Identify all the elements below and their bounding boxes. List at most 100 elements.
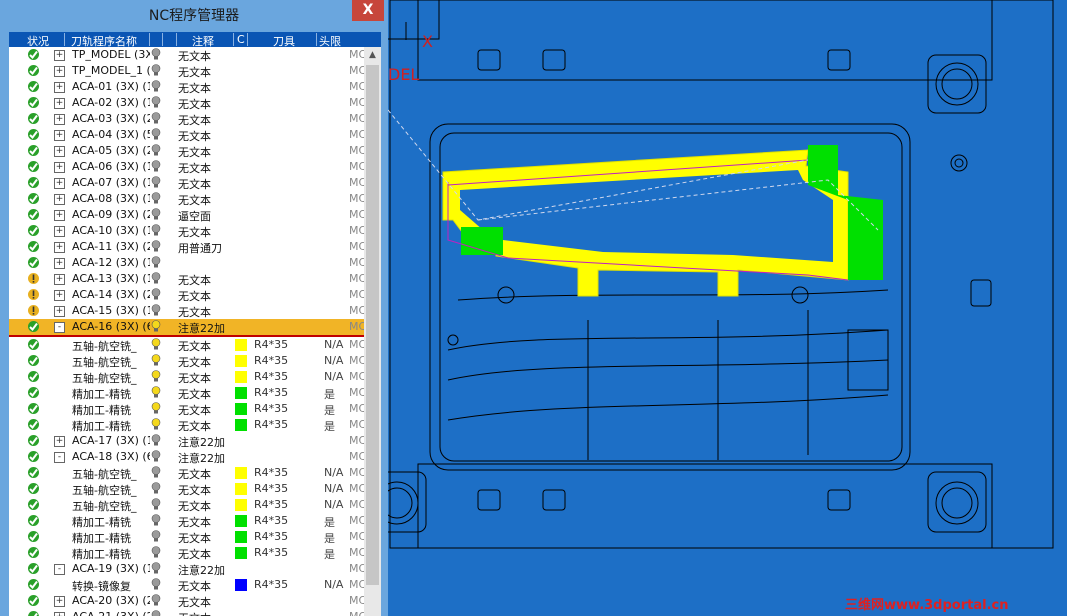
operation-row[interactable]: 精加工-精铣 无文本 R4*35 是 MC: [9, 417, 366, 433]
expand-plus-icon[interactable]: +: [54, 226, 65, 237]
program-group-row[interactable]: +ACA-21 (3X) (2无文本MC: [9, 609, 366, 616]
program-group-row[interactable]: + ACA-01 (3X) (1 无文本 MC: [9, 79, 366, 95]
expand-plus-icon[interactable]: +: [54, 274, 65, 285]
expand-plus-icon[interactable]: +: [54, 114, 65, 125]
operation-row[interactable]: 转换-镜像复 无文本 R4*35 N/A MC: [9, 577, 366, 593]
program-group-row[interactable]: + ACA-11 (3X) (2 用普通刀 MC: [9, 239, 366, 255]
expand-plus-icon[interactable]: +: [54, 242, 65, 253]
expand-plus-icon[interactable]: +: [54, 258, 65, 269]
close-button[interactable]: X: [352, 0, 384, 21]
checkmark-status-icon: [27, 256, 40, 269]
operation-row[interactable]: 五轴-航空铣_ 无文本 R4*35 N/A MC: [9, 481, 366, 497]
program-group-row[interactable]: + ACA-15 (3X) (1 无文本 MC: [9, 303, 366, 319]
note-text: 无文本: [178, 356, 211, 369]
program-group-row[interactable]: + ACA-03 (3X) (2 无文本 MC: [9, 111, 366, 127]
operation-row[interactable]: 精加工-精铣 无文本 R4*35 是 MC: [9, 513, 366, 529]
collapse-minus-icon[interactable]: -: [54, 452, 65, 463]
operation-row[interactable]: 五轴-航空铣_ 无文本 R4*35 N/A MC: [9, 353, 366, 369]
expand-plus-icon[interactable]: +: [54, 146, 65, 157]
operation-row[interactable]: 五轴-航空铣_ 无文本 R4*35 N/A MC: [9, 465, 366, 481]
color-swatch: [235, 339, 247, 351]
expand-plus-icon[interactable]: +: [54, 194, 65, 205]
scroll-up-arrow-icon[interactable]: ▲: [364, 47, 381, 63]
program-group-row[interactable]: + TP_MODEL_1 (无文本 MC: [9, 63, 366, 79]
program-name: ACA-11 (3X) (2: [72, 240, 150, 253]
expand-plus-icon[interactable]: +: [54, 82, 65, 93]
program-group-row[interactable]: + ACA-05 (3X) (2 无文本 MC: [9, 143, 366, 159]
program-group-row[interactable]: + ACA-04 (3X) (5 无文本 MC: [9, 127, 366, 143]
program-group-row[interactable]: + ACA-10 (3X) (1 无文本 MC: [9, 223, 366, 239]
expand-plus-icon[interactable]: +: [54, 130, 65, 141]
watermark: 三维网www.3dportal.cn: [845, 598, 1009, 613]
program-name: ACA-18 (3X) (6: [72, 450, 150, 463]
program-group-row[interactable]: + ACA-17 (3X) (1 注意22加 MC: [9, 433, 366, 449]
operation-row[interactable]: 精加工-精铣 无文本 R4*35 是 MC: [9, 401, 366, 417]
program-group-row[interactable]: + ACA-06 (3X) (1 无文本 MC: [9, 159, 366, 175]
expand-plus-icon[interactable]: +: [54, 98, 65, 109]
program-group-row[interactable]: - ACA-16 (3X) (6 注意22加 MC: [9, 319, 366, 337]
checkmark-status-icon: [27, 610, 40, 616]
operation-row[interactable]: 五轴-航空铣_ 无文本 R4*35 N/A MC: [9, 497, 366, 513]
program-group-row[interactable]: - ACA-18 (3X) (6 注意22加 MC: [9, 449, 366, 465]
color-swatch: [235, 499, 247, 511]
program-group-row[interactable]: + ACA-07 (3X) (1 无文本 MC: [9, 175, 366, 191]
note-text: 无文本: [178, 226, 211, 239]
operation-row[interactable]: 精加工-精铣 无文本 R4*35 是 MC: [9, 545, 366, 561]
limit-value: 是: [324, 532, 335, 545]
program-group-row[interactable]: + ACA-02 (3X) (1 无文本 MC: [9, 95, 366, 111]
expand-plus-icon[interactable]: +: [54, 66, 65, 77]
column-separator[interactable]: [176, 33, 177, 46]
program-group-row[interactable]: + TP_MODEL (3X 无文本 MC: [9, 47, 366, 63]
limit-value: N/A: [324, 338, 344, 351]
expand-plus-icon[interactable]: +: [54, 596, 65, 607]
lightbulb-icon: [151, 224, 161, 236]
column-separator[interactable]: [64, 33, 65, 46]
title-bar[interactable]: NC程序管理器 X: [0, 0, 388, 30]
collapse-minus-icon[interactable]: -: [54, 564, 65, 575]
color-swatch: [235, 547, 247, 559]
expand-plus-icon[interactable]: +: [54, 290, 65, 301]
scroll-thumb[interactable]: [366, 65, 379, 585]
expand-plus-icon[interactable]: +: [54, 162, 65, 173]
note-text: 无文本: [178, 484, 211, 497]
expand-plus-icon[interactable]: +: [54, 612, 65, 616]
collapse-minus-icon[interactable]: -: [54, 322, 65, 333]
note-text: 注意22加: [178, 452, 225, 465]
program-name: ACA-16 (3X) (6: [72, 320, 150, 333]
program-group-row[interactable]: + ACA-13 (3X) (1 无文本 MC: [9, 271, 366, 287]
lightbulb-icon: [151, 64, 161, 76]
program-group-row[interactable]: + ACA-20 (3X) (2 无文本 MC: [9, 593, 366, 609]
operation-row[interactable]: 精加工-精铣 无文本 R4*35 是 MC: [9, 385, 366, 401]
checkmark-status-icon: [27, 192, 40, 205]
program-name: 精加工-精铣: [72, 548, 131, 561]
column-separator[interactable]: [233, 33, 234, 46]
lightbulb-icon: [151, 402, 161, 414]
expand-plus-icon[interactable]: +: [54, 178, 65, 189]
tool-name: R4*35: [254, 482, 289, 495]
program-group-row[interactable]: - ACA-19 (3X) (1 注意22加 MC: [9, 561, 366, 577]
expand-plus-icon[interactable]: +: [54, 50, 65, 61]
expand-plus-icon[interactable]: +: [54, 306, 65, 317]
lightbulb-icon: [151, 160, 161, 172]
operation-row[interactable]: 五轴-航空铣_ 无文本 R4*35 N/A MC: [9, 337, 366, 353]
column-separator[interactable]: [162, 33, 163, 46]
column-separator[interactable]: [149, 33, 150, 46]
vertical-scrollbar[interactable]: ▲: [364, 47, 381, 616]
expand-plus-icon[interactable]: +: [54, 210, 65, 221]
column-separator[interactable]: [247, 33, 248, 46]
operation-row[interactable]: 五轴-航空铣_ 无文本 R4*35 N/A MC: [9, 369, 366, 385]
operation-row[interactable]: 精加工-精铣 无文本 R4*35 是 MC: [9, 529, 366, 545]
tool-name: R4*35: [254, 578, 289, 591]
graphics-viewport[interactable]: X DEL: [388, 0, 1067, 616]
nc-program-manager-panel: NC程序管理器 X 状况 刀轨程序名称 注释 C 刀具 头限 + TP_MODEL…: [0, 0, 388, 616]
column-c[interactable]: C: [237, 33, 245, 46]
column-separator[interactable]: [316, 33, 317, 46]
program-group-row[interactable]: + ACA-14 (3X) (2 无文本 MC: [9, 287, 366, 303]
program-list[interactable]: 状况 刀轨程序名称 注释 C 刀具 头限 + TP_MODEL (3X 无文本 MC +…: [9, 32, 381, 616]
limit-value: N/A: [324, 466, 344, 479]
program-group-row[interactable]: + ACA-08 (3X) (1 无文本 MC: [9, 191, 366, 207]
program-group-row[interactable]: + ACA-12 (3X) (1 MC: [9, 255, 366, 271]
program-group-row[interactable]: + ACA-09 (3X) (2 逼空面 MC: [9, 207, 366, 223]
expand-plus-icon[interactable]: +: [54, 436, 65, 447]
checkmark-status-icon: [27, 320, 40, 333]
